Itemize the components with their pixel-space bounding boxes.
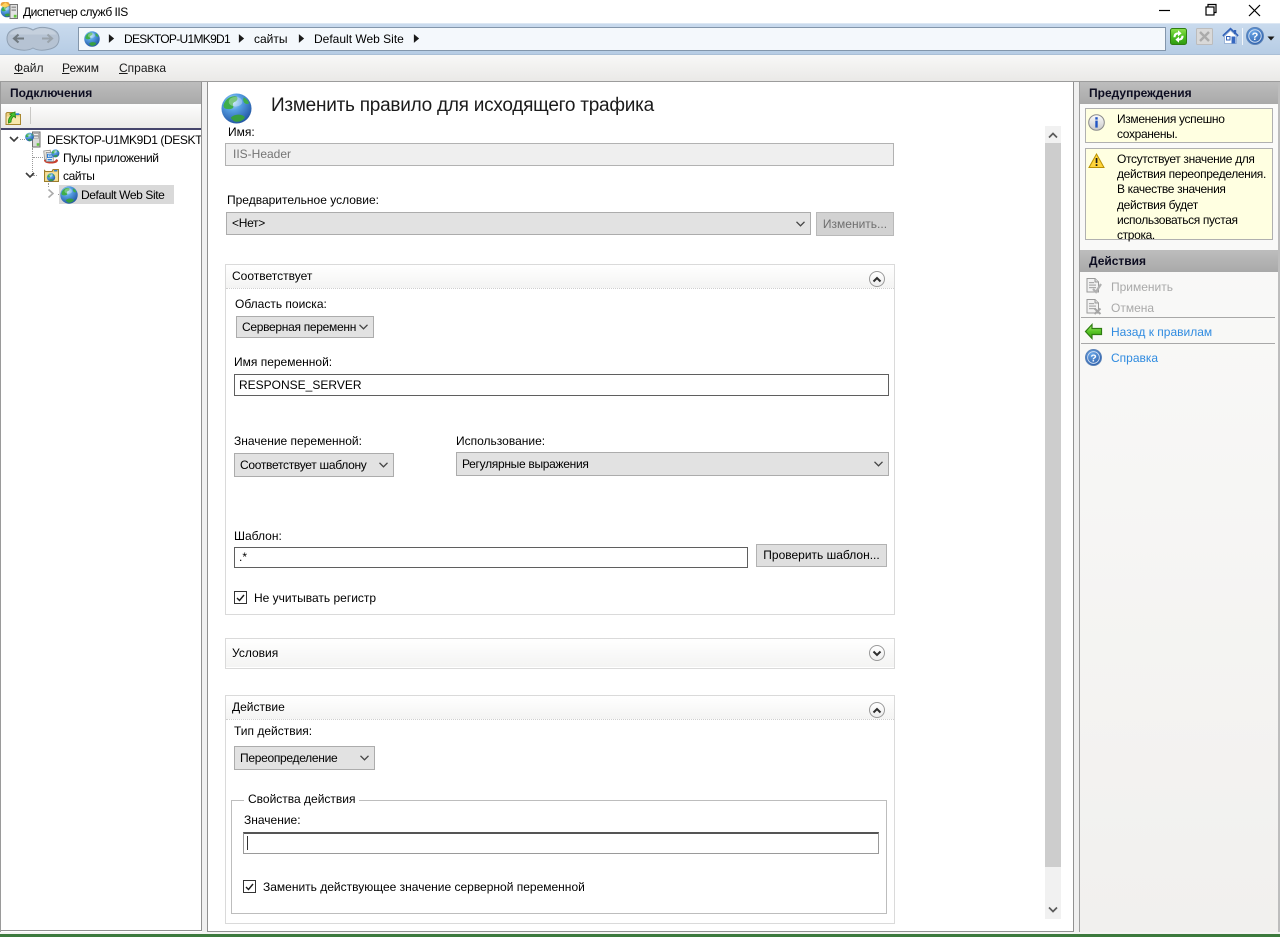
svg-text:?: ?: [1252, 31, 1259, 43]
svg-text:?: ?: [1090, 353, 1096, 364]
